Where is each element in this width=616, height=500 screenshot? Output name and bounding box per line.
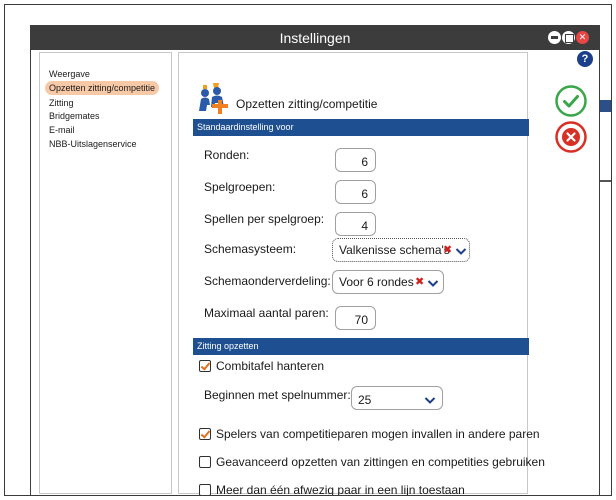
scheme-subdivision-label: Schemaonderverdeling: (204, 274, 331, 288)
advanced-setup-label: Geavanceerd opzetten van zittingen en co… (216, 455, 545, 469)
combitable-label: Combitafel hanteren (216, 359, 325, 373)
close-window-button[interactable] (576, 31, 589, 44)
boards-per-group-label: Spellen per spelgroep: (204, 212, 325, 226)
sidebar-item-nbb[interactable]: NBB-Uitslagenservice (45, 137, 141, 151)
settings-panel: Opzetten zitting/competitie Standaardins… (178, 52, 545, 496)
minimize-button[interactable] (548, 31, 561, 44)
max-pairs-input[interactable]: 70 (335, 306, 376, 330)
sidebar-item-zitting[interactable]: Zitting (45, 96, 78, 110)
ok-button[interactable] (554, 84, 588, 118)
rounds-input[interactable]: 6 (335, 148, 376, 172)
chevron-down-icon (427, 280, 439, 287)
start-board-value: 25 (358, 393, 372, 407)
multiple-absent-checkbox[interactable] (199, 484, 211, 495)
settings-window: Instellingen Weergave Opzetten zitting/c… (30, 25, 600, 496)
screen-frame: Instellingen Weergave Opzetten zitting/c… (4, 4, 612, 496)
scheme-system-value: Valkenisse schema's (339, 243, 450, 257)
chevron-down-icon (424, 397, 436, 404)
panel-title: Opzetten zitting/competitie (236, 97, 378, 111)
substitute-players-label: Spelers van competitieparen mogen invall… (216, 427, 540, 441)
start-board-label: Beginnen met spelnummer: (204, 388, 351, 402)
scheme-system-select[interactable]: Valkenisse schema's ✖ (332, 238, 470, 262)
start-board-select[interactable]: 25 (351, 386, 443, 410)
max-pairs-label: Maximaal aantal paren: (204, 306, 329, 320)
cancel-button[interactable] (554, 120, 588, 154)
clear-icon[interactable]: ✖ (443, 239, 452, 261)
help-icon[interactable]: ? (577, 51, 593, 67)
section-header-standaard: Standaardinstelling voor (193, 119, 529, 136)
settings-sidebar: Weergave Opzetten zitting/competitie Zit… (39, 52, 172, 494)
title-bar[interactable]: Instellingen (31, 26, 599, 50)
scheme-system-label: Schemasysteem: (204, 242, 297, 256)
groups-input[interactable]: 6 (335, 180, 376, 204)
advanced-setup-checkbox[interactable] (199, 456, 211, 468)
scheme-subdivision-select[interactable]: Voor 6 rondes ✖ (332, 270, 444, 294)
substitute-players-checkbox[interactable] (199, 428, 211, 440)
team-pairs-icon (199, 83, 228, 114)
clear-icon[interactable]: ✖ (415, 271, 424, 293)
maximize-button[interactable] (562, 31, 575, 44)
chevron-down-icon (455, 248, 467, 255)
sidebar-item-email[interactable]: E-mail (45, 123, 79, 137)
combitable-checkbox[interactable] (199, 360, 211, 372)
rounds-label: Ronden: (204, 148, 250, 162)
boards-per-group-input[interactable]: 4 (335, 212, 376, 236)
sidebar-item-bridgemates[interactable]: Bridgemates (45, 109, 104, 123)
multiple-absent-label: Meer dan één afwezig paar in een lijn to… (216, 483, 465, 496)
groups-label: Spelgroepen: (204, 180, 276, 194)
window-title: Instellingen (279, 30, 351, 46)
scheme-subdivision-value: Voor 6 rondes (339, 275, 414, 289)
sidebar-item-weergave[interactable]: Weergave (45, 67, 94, 81)
section-header-zitting: Zitting opzetten (193, 338, 529, 355)
sidebar-item-opzetten[interactable]: Opzetten zitting/competitie (45, 81, 160, 95)
